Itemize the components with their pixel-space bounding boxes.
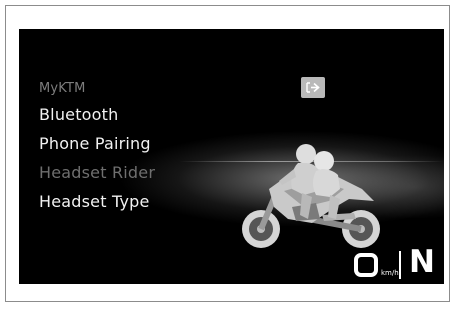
back-arrow-icon [306,82,320,93]
back-button[interactable] [301,77,325,98]
motorcycle-illustration [242,144,380,248]
speed-value-glyph [354,253,378,277]
menu-item-headset-rider[interactable]: Headset Rider [39,163,155,182]
speed-unit: km/h [381,269,399,277]
menu-item-bluetooth[interactable]: Bluetooth [39,105,118,124]
gear-indicator: N [409,244,435,280]
status-separator [399,251,401,279]
menu-item-phone-pairing[interactable]: Phone Pairing [39,134,151,153]
menu-title: MyKTM [39,81,86,96]
menu-item-headset-type[interactable]: Headset Type [39,192,150,211]
dashboard-screen: MyKTM Bluetooth Phone Pairing Headset Ri… [19,29,444,284]
